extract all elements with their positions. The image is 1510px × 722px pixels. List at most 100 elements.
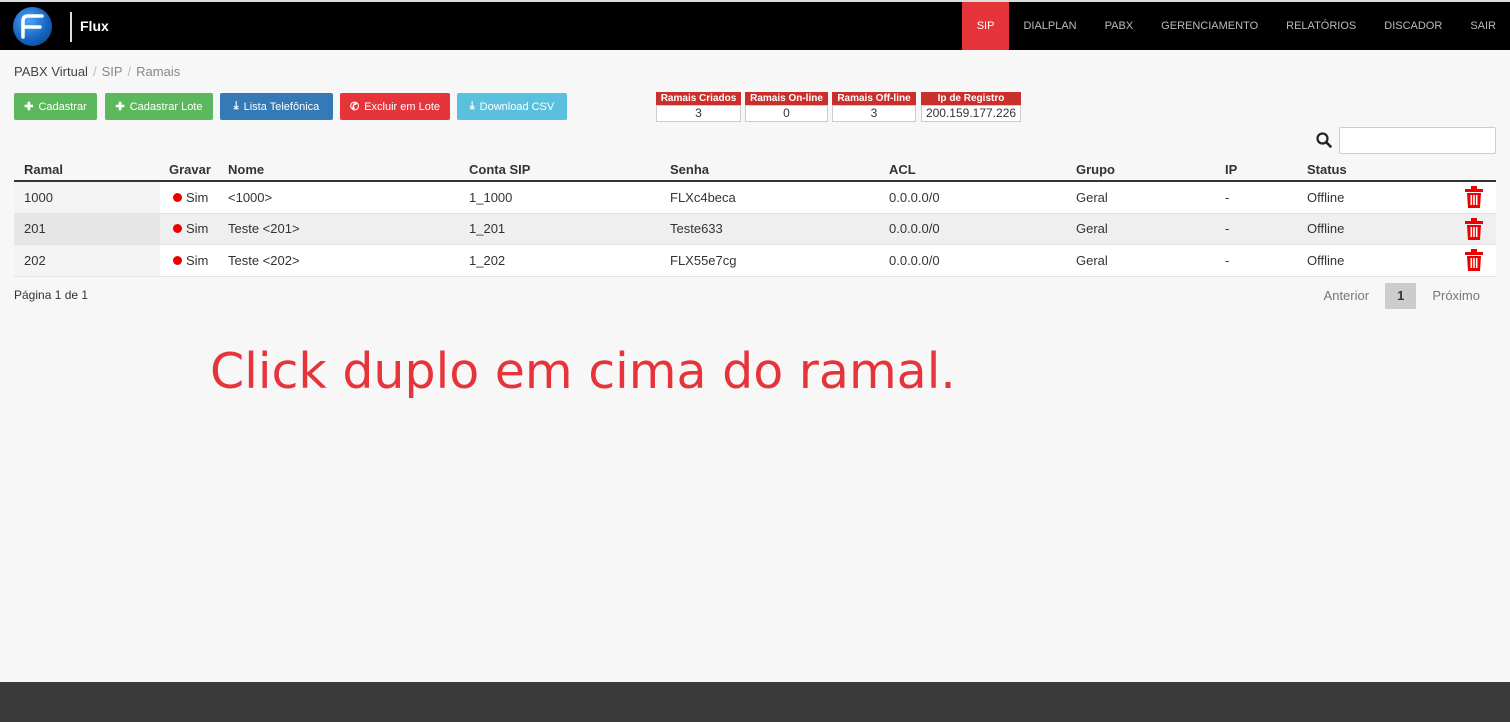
nav-item-sip[interactable]: SIP	[961, 2, 1010, 50]
stat-label: Ramais Off-line	[832, 92, 916, 105]
header-grupo[interactable]: Grupo	[1076, 160, 1115, 180]
header-ramal[interactable]: Ramal	[24, 160, 63, 180]
search-icon[interactable]	[1316, 132, 1332, 153]
breadcrumb: PABX Virtual / SIP / Ramais	[14, 64, 181, 79]
breadcrumb-root[interactable]: PABX Virtual	[14, 64, 88, 79]
gravar-value: Sim	[186, 221, 209, 237]
cell-acl: 0.0.0.0/0	[889, 221, 940, 237]
brand-divider	[70, 12, 72, 42]
table-row[interactable]: 201 Sim Teste <201> 1_201 Teste633 0.0.0…	[14, 213, 1496, 245]
ramais-table: Ramal Gravar Nome Conta SIP Senha ACL Gr…	[14, 160, 1496, 277]
download-icon: ⤓	[469, 100, 475, 112]
stat-value: 0	[745, 105, 828, 122]
trash-icon[interactable]	[1464, 245, 1484, 276]
flux-logo-icon[interactable]	[13, 7, 52, 46]
top-navbar: Flux SIP DIALPLAN PABX GERENCIAMENTO REL…	[0, 0, 1510, 50]
brand-name[interactable]: Flux	[80, 18, 109, 34]
cell-conta-sip: 1_202	[469, 252, 506, 268]
gravar-value: Sim	[186, 252, 209, 268]
cell-ramal[interactable]: 1000	[24, 182, 53, 213]
stat-ramais-offline: Ramais Off-line 3	[832, 92, 916, 122]
main-nav: SIP DIALPLAN PABX GERENCIAMENTO RELATÓRI…	[961, 2, 1510, 50]
stat-value: 200.159.177.226	[921, 105, 1021, 122]
phone-icon: ✆	[349, 101, 360, 113]
header-ip[interactable]: IP	[1225, 160, 1237, 180]
cell-conta-sip: 1_1000	[469, 189, 513, 205]
table-header: Ramal Gravar Nome Conta SIP Senha ACL Gr…	[14, 160, 1496, 182]
nav-item-gerenciamento[interactable]: GERENCIAMENTO	[1147, 2, 1272, 50]
cell-gravar: Sim	[169, 182, 208, 213]
stat-ip-registro: Ip de Registro 200.159.177.226	[921, 92, 1021, 122]
cadastrar-label: Cadastrar	[38, 100, 87, 113]
cell-conta-sip: 1_201	[469, 221, 506, 237]
cell-nome: Teste <201>	[228, 221, 300, 237]
plus-icon: ✚	[24, 101, 34, 113]
cell-grupo: Geral	[1076, 221, 1108, 237]
cell-ip: -	[1225, 252, 1230, 268]
pagination: Anterior 1 Próximo	[1308, 283, 1496, 309]
trash-icon[interactable]	[1464, 182, 1484, 213]
stat-label: Ip de Registro	[921, 92, 1021, 105]
table-row[interactable]: 202 Sim Teste <202> 1_202 FLX55e7cg 0.0.…	[14, 245, 1496, 277]
header-senha[interactable]: Senha	[670, 160, 709, 180]
excluir-lote-button[interactable]: ✆ Excluir em Lote	[340, 93, 450, 120]
cell-grupo: Geral	[1076, 189, 1108, 205]
stat-label: Ramais On-line	[745, 92, 828, 105]
cell-ip: -	[1225, 189, 1230, 205]
header-gravar[interactable]: Gravar	[169, 160, 211, 180]
record-dot-icon	[173, 192, 182, 202]
plus-icon: ✚	[115, 101, 125, 113]
current-page-button[interactable]: 1	[1385, 283, 1417, 309]
prev-page-button[interactable]: Anterior	[1308, 283, 1386, 309]
stat-value: 3	[832, 105, 916, 122]
header-acl[interactable]: ACL	[889, 160, 916, 180]
cell-gravar: Sim	[169, 245, 208, 276]
cell-ramal[interactable]: 201	[24, 214, 46, 245]
nav-item-sair[interactable]: SAIR	[1456, 2, 1510, 50]
download-icon: ⤓	[233, 100, 239, 112]
nav-item-relatorios[interactable]: RELATÓRIOS	[1272, 2, 1370, 50]
header-conta-sip[interactable]: Conta SIP	[469, 160, 530, 180]
stat-ramais-online: Ramais On-line 0	[745, 92, 828, 122]
cell-acl: 0.0.0.0/0	[889, 189, 940, 205]
breadcrumb-current: Ramais	[136, 64, 181, 79]
cell-senha: FLX55e7cg	[670, 252, 737, 268]
gravar-value: Sim	[186, 189, 209, 205]
breadcrumb-section[interactable]: SIP	[102, 64, 123, 79]
cell-gravar: Sim	[169, 214, 208, 245]
table-row[interactable]: 1000 Sim <1000> 1_1000 FLXc4beca 0.0.0.0…	[14, 182, 1496, 214]
cell-nome: Teste <202>	[228, 252, 300, 268]
cell-status: Offline	[1307, 252, 1345, 268]
trash-icon[interactable]	[1464, 214, 1484, 245]
search-input[interactable]	[1339, 127, 1496, 154]
header-status[interactable]: Status	[1307, 160, 1347, 180]
record-dot-icon	[173, 255, 182, 265]
stat-ramais-criados: Ramais Criados 3	[656, 92, 741, 122]
header-nome[interactable]: Nome	[228, 160, 264, 180]
page-info: Página 1 de 1	[14, 288, 89, 302]
lista-telefonica-label: Lista Telefônica	[243, 100, 320, 113]
cell-ip: -	[1225, 221, 1230, 237]
download-csv-label: Download CSV	[479, 100, 555, 113]
cell-acl: 0.0.0.0/0	[889, 252, 940, 268]
lista-telefonica-button[interactable]: ⤓ Lista Telefônica	[220, 93, 333, 120]
stat-value: 3	[656, 105, 741, 122]
annotation-text: Click duplo em cima do ramal.	[210, 343, 956, 400]
download-csv-button[interactable]: ⤓ Download CSV	[457, 93, 567, 120]
cell-status: Offline	[1307, 221, 1345, 237]
nav-item-pabx[interactable]: PABX	[1091, 2, 1148, 50]
cadastrar-button[interactable]: ✚ Cadastrar	[14, 93, 97, 120]
cell-ramal[interactable]: 202	[24, 245, 46, 276]
nav-item-dialplan[interactable]: DIALPLAN	[1009, 2, 1090, 50]
cadastrar-lote-label: Cadastrar Lote	[129, 100, 203, 113]
footer-bar	[0, 682, 1510, 722]
cell-senha: FLXc4beca	[670, 189, 736, 205]
nav-item-discador[interactable]: DISCADOR	[1370, 2, 1456, 50]
excluir-lote-label: Excluir em Lote	[364, 100, 441, 113]
cell-grupo: Geral	[1076, 252, 1108, 268]
stat-label: Ramais Criados	[656, 92, 741, 105]
next-page-button[interactable]: Próximo	[1416, 283, 1496, 309]
cell-nome: <1000>	[228, 189, 273, 205]
record-dot-icon	[173, 224, 182, 234]
cadastrar-lote-button[interactable]: ✚ Cadastrar Lote	[105, 93, 213, 120]
